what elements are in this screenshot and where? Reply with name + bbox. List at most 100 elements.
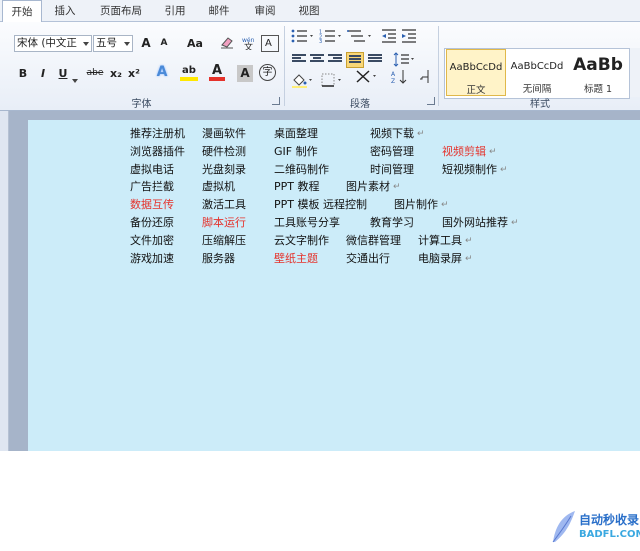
link-word[interactable]: 浏览器插件 bbox=[130, 144, 185, 160]
phonetic-guide-icon: wén 文 bbox=[242, 37, 255, 53]
multilevel-list-button[interactable] bbox=[346, 29, 374, 46]
enclose-char-button[interactable]: 字 bbox=[259, 64, 276, 81]
tab-references[interactable]: 引用 bbox=[156, 0, 194, 22]
text-line: 浏览器插件 硬件检测 GIF 制作 密码管理 视频剪辑 ↵ bbox=[28, 144, 640, 160]
bullet-list-icon bbox=[291, 29, 313, 43]
link-word[interactable]: 脚本运行 bbox=[202, 215, 246, 231]
sort-button[interactable]: A Z bbox=[390, 69, 410, 86]
bold-button[interactable]: B bbox=[14, 65, 32, 82]
change-case-button[interactable]: Aa bbox=[183, 35, 207, 52]
style-preview: AaBbCcDd bbox=[510, 61, 564, 72]
link-word[interactable]: 游戏加速 bbox=[130, 251, 174, 267]
link-word[interactable]: 图片制作 bbox=[394, 197, 438, 213]
document-page[interactable]: 推荐注册机 漫画软件 桌面整理 视频下载 ↵ 浏览器插件 硬件检测 GIF 制作 密码管理 视频剪… bbox=[28, 120, 640, 551]
link-word[interactable]: 光盘刻录 bbox=[202, 162, 246, 178]
underline-dropdown[interactable] bbox=[71, 71, 79, 88]
link-word[interactable]: 漫画软件 bbox=[202, 126, 246, 142]
highlight-button[interactable]: ab bbox=[180, 64, 198, 81]
align-left-button[interactable] bbox=[292, 54, 306, 65]
italic-button[interactable]: I bbox=[34, 65, 52, 82]
underline-button[interactable]: U bbox=[54, 65, 72, 82]
link-word[interactable]: 数据互传 bbox=[130, 197, 174, 213]
link-word[interactable]: GIF 制作 bbox=[274, 144, 318, 160]
strikethrough-button[interactable]: abe bbox=[84, 65, 106, 82]
chevron-down-icon bbox=[124, 42, 130, 46]
style-normal[interactable]: AaBbCcDd 正文 bbox=[446, 49, 506, 96]
text-line: 文件加密 压缩解压 云文字制作 微信群管理 计算工具 ↵ bbox=[28, 233, 640, 249]
link-word[interactable]: 广告拦截 bbox=[130, 179, 174, 195]
clear-format-button[interactable] bbox=[218, 35, 236, 52]
decrease-indent-button[interactable] bbox=[380, 29, 398, 46]
link-word[interactable]: 云文字制作 bbox=[274, 233, 329, 249]
tab-insert[interactable]: 插入 bbox=[46, 0, 84, 22]
tab-view[interactable]: 视图 bbox=[290, 0, 328, 22]
grow-font-button[interactable]: A bbox=[138, 35, 154, 52]
link-word[interactable]: 图片素材 bbox=[346, 179, 390, 195]
align-center-button[interactable] bbox=[310, 54, 324, 65]
link-word[interactable]: 密码管理 bbox=[370, 144, 414, 160]
link-word[interactable]: 国外网站推荐 bbox=[442, 215, 508, 231]
link-word[interactable]: 激活工具 bbox=[202, 197, 246, 213]
justify-button[interactable] bbox=[346, 52, 364, 68]
superscript-button[interactable]: x² bbox=[126, 65, 142, 82]
style-gallery: AaBbCcDd 正文 AaBbCcDd 无间隔 AaBb 标题 1 bbox=[444, 48, 630, 99]
watermark-url: BADFL.COM bbox=[579, 529, 640, 540]
link-word[interactable]: 推荐注册机 bbox=[130, 126, 185, 142]
link-word[interactable]: 交通出行 bbox=[346, 251, 390, 267]
link-word[interactable]: 压缩解压 bbox=[202, 233, 246, 249]
font-family-combo[interactable]: 宋体 (中文正 bbox=[14, 35, 92, 52]
distributed-button[interactable] bbox=[368, 54, 382, 65]
line-spacing-button[interactable] bbox=[392, 52, 416, 69]
paragraph-mark: ↵ bbox=[417, 129, 425, 139]
font-size-combo[interactable]: 五号 bbox=[93, 35, 133, 52]
tab-home[interactable]: 开始 bbox=[2, 0, 42, 23]
font-color-button[interactable]: A bbox=[209, 64, 225, 81]
link-word[interactable]: 文件加密 bbox=[130, 233, 174, 249]
shading-button[interactable] bbox=[290, 73, 316, 90]
link-word[interactable]: PPT 教程 bbox=[274, 179, 319, 195]
show-marks-button[interactable] bbox=[418, 69, 432, 86]
link-word[interactable]: 微信群管理 bbox=[346, 233, 401, 249]
shrink-font-button[interactable]: A bbox=[156, 35, 172, 52]
phonetic-guide-button[interactable]: wén 文 bbox=[240, 35, 258, 53]
sort-icon: A Z bbox=[391, 70, 407, 85]
link-word[interactable]: 电脑录屏 bbox=[418, 251, 462, 267]
link-word[interactable]: 计算工具 bbox=[418, 233, 462, 249]
link-word[interactable]: 服务器 bbox=[202, 251, 235, 267]
tab-mailings[interactable]: 邮件 bbox=[200, 0, 238, 22]
link-word[interactable]: 工具账号分享 bbox=[274, 215, 340, 231]
increase-indent-button[interactable] bbox=[400, 29, 418, 46]
link-word[interactable]: 硬件检测 bbox=[202, 144, 246, 160]
style-no-spacing[interactable]: AaBbCcDd 无间隔 bbox=[507, 49, 567, 96]
subscript-button[interactable]: x₂ bbox=[108, 65, 124, 82]
link-word[interactable]: 短视频制作 bbox=[442, 162, 497, 178]
style-preview: AaBb bbox=[573, 55, 623, 75]
align-right-button[interactable] bbox=[328, 54, 342, 65]
numbering-button[interactable]: 1 2 3 bbox=[318, 29, 344, 46]
tab-page-layout[interactable]: 页面布局 bbox=[92, 0, 150, 22]
link-word[interactable]: 视频下载 bbox=[370, 126, 414, 142]
link-word[interactable]: 虚拟电话 bbox=[130, 162, 174, 178]
font-dialog-launcher[interactable] bbox=[272, 97, 280, 105]
bullets-button[interactable] bbox=[290, 29, 316, 46]
paragraph-dialog-launcher[interactable] bbox=[427, 97, 435, 105]
text-line: 推荐注册机 漫画软件 桌面整理 视频下载 ↵ bbox=[28, 126, 640, 142]
link-word[interactable]: 视频剪辑 bbox=[442, 144, 486, 160]
paragraph-mark: ↵ bbox=[489, 147, 497, 157]
style-gallery-scroll[interactable] bbox=[629, 48, 640, 97]
link-word[interactable]: PPT 模板 远程控制 bbox=[274, 197, 367, 213]
char-shading-button[interactable]: A bbox=[237, 65, 253, 82]
style-heading-1[interactable]: AaBb 标题 1 bbox=[568, 49, 628, 96]
link-word[interactable]: 虚拟机 bbox=[202, 179, 235, 195]
tab-review[interactable]: 审阅 bbox=[246, 0, 284, 22]
borders-button[interactable] bbox=[320, 73, 346, 90]
link-word[interactable]: 教育学习 bbox=[370, 215, 414, 231]
char-border-button[interactable]: A bbox=[261, 35, 279, 52]
link-word[interactable]: 桌面整理 bbox=[274, 126, 318, 142]
link-word[interactable]: 备份还原 bbox=[130, 215, 174, 231]
link-word[interactable]: 二维码制作 bbox=[274, 162, 329, 178]
text-effects-button[interactable]: A bbox=[153, 64, 171, 81]
chinese-layout-button[interactable] bbox=[354, 69, 380, 86]
link-word[interactable]: 时间管理 bbox=[370, 162, 414, 178]
link-word[interactable]: 壁纸主题 bbox=[274, 251, 318, 267]
